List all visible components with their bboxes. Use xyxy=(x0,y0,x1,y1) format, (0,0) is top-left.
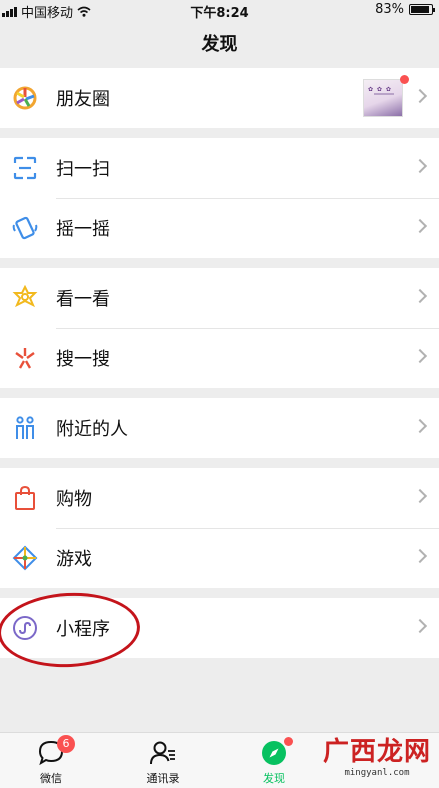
chevron-right-icon xyxy=(412,488,428,504)
chevron-right-icon xyxy=(412,218,428,234)
scan-icon xyxy=(13,156,37,180)
new-dot xyxy=(284,737,293,746)
moments-icon xyxy=(13,86,37,110)
watermark: 广西龙网 mingyanl.com xyxy=(323,731,431,778)
menu-item-top-stories[interactable]: 看一看 xyxy=(0,268,439,328)
chevron-right-icon xyxy=(412,548,428,564)
tab-label: 微信 xyxy=(40,772,62,785)
chevron-right-icon xyxy=(412,348,428,364)
group-stories-search: 看一看 搜一搜 xyxy=(0,268,439,388)
shopping-bag-icon xyxy=(15,485,35,510)
menu-item-label: 看一看 xyxy=(56,289,110,310)
chevron-right-icon xyxy=(412,618,428,634)
status-bar: 中国移动 下午8:24 83% xyxy=(0,0,439,22)
group-shopping-games: 购物 游戏 xyxy=(0,468,439,588)
contacts-icon xyxy=(150,741,175,765)
shake-icon xyxy=(12,216,38,240)
group-moments: 朋友圈 ✿ ✿ ✿ xyxy=(0,68,439,128)
search-icon xyxy=(15,348,35,369)
group-scan-shake: 扫一扫 摇一摇 xyxy=(0,138,439,258)
menu-item-scan[interactable]: 扫一扫 xyxy=(0,138,439,198)
menu-item-label: 游戏 xyxy=(56,549,92,570)
tab-chats[interactable]: 6 微信 xyxy=(11,735,91,786)
menu-item-label: 搜一搜 xyxy=(56,349,110,370)
tab-contacts[interactable]: 通讯录 xyxy=(123,739,203,786)
group-people-nearby: 附近的人 xyxy=(0,398,439,458)
new-moment-dot xyxy=(400,75,409,84)
clock: 下午8:24 xyxy=(190,6,249,21)
page-title: 发现 xyxy=(201,34,238,55)
tab-label: 通讯录 xyxy=(146,772,180,785)
games-icon xyxy=(12,545,38,571)
people-nearby-icon xyxy=(16,416,34,439)
top-stories-icon xyxy=(12,285,38,308)
menu-item-label: 扫一扫 xyxy=(56,159,110,180)
menu-item-label: 附近的人 xyxy=(56,419,128,440)
menu-item-moments[interactable]: 朋友圈 ✿ ✿ ✿ xyxy=(0,68,439,128)
tab-discover[interactable]: 发现 xyxy=(234,737,314,786)
menu-item-label: 朋友圈 xyxy=(56,89,110,110)
menu-item-shake[interactable]: 摇一摇 xyxy=(0,198,439,258)
menu-item-search[interactable]: 搜一搜 xyxy=(0,328,439,388)
menu-item-people-nearby[interactable]: 附近的人 xyxy=(0,398,439,458)
menu-item-games[interactable]: 游戏 xyxy=(0,528,439,588)
battery-icon xyxy=(409,4,435,15)
menu-item-label: 购物 xyxy=(56,489,92,510)
chevron-right-icon xyxy=(412,158,428,174)
chevron-right-icon xyxy=(412,288,428,304)
menu-item-label: 摇一摇 xyxy=(56,219,110,240)
battery-percent: 83% xyxy=(375,2,404,17)
menu-item-shopping[interactable]: 购物 xyxy=(0,468,439,528)
unread-badge: 6 xyxy=(57,735,75,753)
watermark-url: mingyanl.com xyxy=(344,768,410,778)
tab-label: 发现 xyxy=(263,772,285,785)
chevron-right-icon xyxy=(412,88,428,104)
watermark-title: 广西龙网 xyxy=(322,737,431,767)
chevron-right-icon xyxy=(412,418,428,434)
moments-thumbnail: ✿ ✿ ✿ xyxy=(363,79,403,117)
